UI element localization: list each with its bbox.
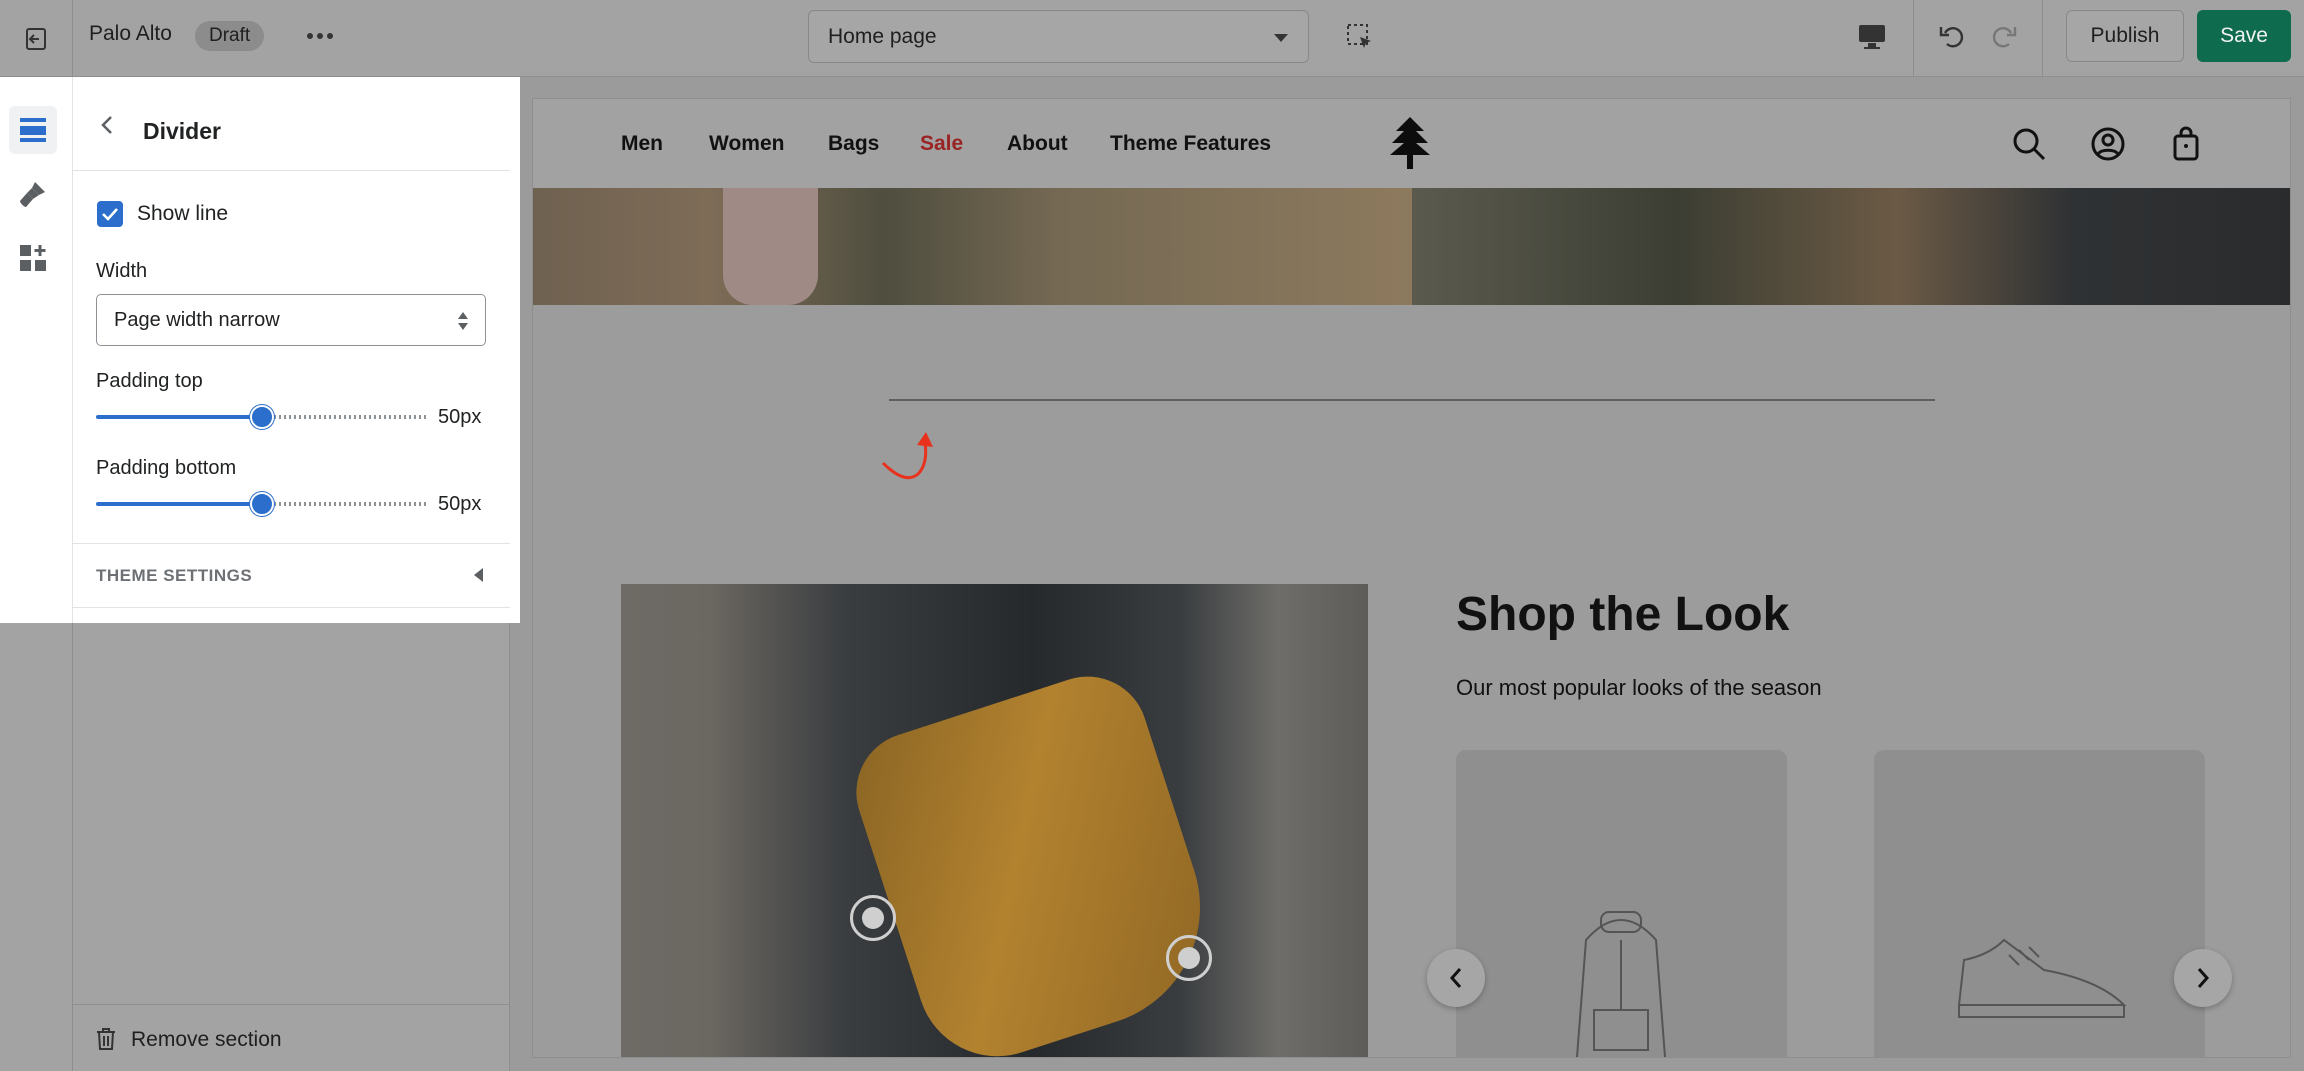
sections-tab[interactable] — [9, 106, 57, 154]
cart-icon — [2173, 126, 2199, 161]
padding-bottom-slider-track — [274, 502, 428, 506]
padding-bottom-slider[interactable] — [96, 491, 428, 517]
padding-bottom-label: Padding bottom — [96, 457, 237, 479]
store-header: Men Women Bags Sale About Theme Features — [533, 99, 2290, 188]
trash-icon — [97, 1028, 115, 1050]
exit-icon — [26, 27, 46, 50]
search-button[interactable] — [2010, 125, 2048, 163]
nav-link-theme-features[interactable]: Theme Features — [1110, 132, 1271, 156]
search-icon — [2013, 128, 2046, 161]
chevron-right-icon — [2197, 968, 2210, 988]
account-icon — [2091, 127, 2125, 161]
padding-bottom-slider-thumb[interactable] — [250, 492, 274, 516]
editor-topbar: Palo Alto Draft Home page Publish Save — [0, 0, 2304, 77]
theme-settings-tab[interactable] — [9, 170, 57, 218]
caret-left-icon — [474, 568, 483, 582]
more-actions-button[interactable] — [300, 19, 340, 53]
hero-image-strip — [533, 188, 2290, 305]
panel-header: Divider — [73, 77, 510, 171]
padding-top-value: 50px — [438, 406, 482, 428]
select-arrows-icon — [458, 312, 468, 330]
account-button[interactable] — [2089, 125, 2127, 163]
save-button[interactable]: Save — [2197, 10, 2291, 62]
nav-link-sale[interactable]: Sale — [920, 132, 963, 156]
width-label: Width — [96, 260, 148, 282]
shop-the-look-subtitle: Our most popular looks of the season — [1456, 675, 1822, 700]
hotspot-marker[interactable] — [850, 895, 896, 941]
carousel-next-button[interactable] — [2174, 949, 2232, 1007]
padding-top-slider-track — [274, 415, 428, 419]
chevron-left-icon — [101, 116, 112, 134]
hero-image-right — [1412, 188, 2290, 305]
sneaker-icon — [1957, 938, 2127, 1018]
inspector-icon — [1347, 24, 1371, 48]
undo-icon — [1939, 27, 1964, 48]
shop-the-look-image — [621, 584, 1368, 1057]
divider-line[interactable] — [889, 399, 1935, 401]
tree-logo-icon[interactable] — [1387, 115, 1433, 171]
back-button[interactable] — [95, 113, 119, 137]
hotspot-marker[interactable] — [1166, 935, 1212, 981]
padding-top-slider-fill — [96, 415, 262, 419]
section-settings-panel: Divider Show line Width Page width narro… — [0, 77, 520, 623]
desktop-icon — [1859, 25, 1885, 49]
toolbar-divider — [1913, 0, 1914, 77]
theme-preview[interactable]: Men Women Bags Sale About Theme Features… — [532, 98, 2291, 1058]
sections-icon — [20, 118, 46, 142]
padding-bottom-value: 50px — [438, 493, 482, 515]
panel-title: Divider — [143, 118, 221, 144]
redo-button[interactable] — [1984, 16, 2024, 56]
product-card[interactable] — [1874, 750, 2205, 1057]
chevron-left-icon — [1449, 968, 1462, 988]
page-selector[interactable]: Home page — [808, 10, 1309, 63]
chevron-down-icon — [1274, 34, 1288, 42]
width-select-value: Page width narrow — [114, 309, 280, 331]
hero-image-hand — [723, 188, 818, 305]
show-line-label: Show line — [137, 202, 229, 225]
width-select[interactable]: Page width narrow — [96, 294, 486, 346]
theme-brush-icon — [20, 182, 45, 207]
padding-top-label: Padding top — [96, 370, 203, 392]
desktop-view-button[interactable] — [1852, 17, 1892, 57]
cart-button[interactable] — [2167, 125, 2205, 163]
nav-link-women[interactable]: Women — [709, 132, 784, 156]
nav-link-bags[interactable]: Bags — [828, 132, 879, 156]
status-badge: Draft — [195, 21, 265, 51]
apps-tab[interactable] — [9, 234, 57, 282]
inspector-button[interactable] — [1340, 17, 1380, 57]
nav-link-men[interactable]: Men — [621, 132, 663, 156]
carousel-prev-button[interactable] — [1427, 949, 1485, 1007]
undo-button[interactable] — [1932, 16, 1972, 56]
shop-the-look-title: Shop the Look — [1456, 588, 1790, 641]
nav-link-about[interactable]: About — [1007, 132, 1068, 156]
toolbar-divider — [2042, 0, 2043, 77]
annotation-arrow-icon — [881, 432, 933, 480]
store-name: Palo Alto — [89, 22, 172, 45]
more-icon — [307, 33, 333, 39]
remove-section-button[interactable]: Remove section — [73, 1004, 510, 1071]
padding-bottom-slider-fill — [96, 502, 262, 506]
page-selector-value: Home page — [828, 25, 937, 48]
apps-icon — [20, 245, 46, 271]
padding-top-slider[interactable] — [96, 404, 428, 430]
publish-button[interactable]: Publish — [2066, 10, 2184, 62]
bag-photo — [840, 660, 1232, 1057]
checkbox-checked-icon[interactable] — [97, 201, 123, 227]
panel-rail — [0, 77, 73, 623]
redo-icon — [1992, 27, 2017, 48]
padding-top-slider-thumb[interactable] — [250, 405, 274, 429]
remove-section-label: Remove section — [131, 1028, 282, 1051]
theme-settings-label: THEME SETTINGS — [96, 566, 253, 585]
show-line-checkbox[interactable]: Show line — [97, 200, 228, 228]
exit-button[interactable] — [0, 0, 73, 77]
theme-settings-toggle[interactable]: THEME SETTINGS — [73, 543, 510, 608]
product-card[interactable] — [1456, 750, 1787, 1057]
backpack-icon — [1575, 911, 1667, 1057]
hero-image-left — [533, 188, 1412, 305]
